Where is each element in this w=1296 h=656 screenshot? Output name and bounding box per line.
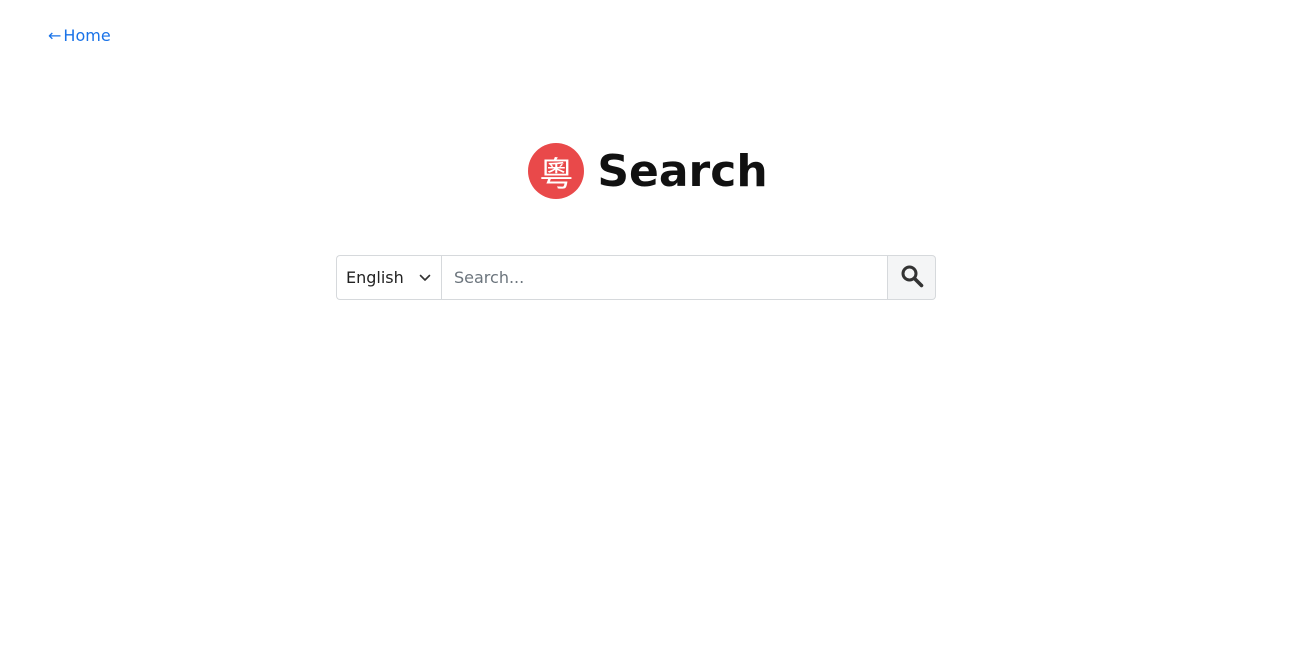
page-title: Search <box>597 145 768 197</box>
search-button[interactable] <box>888 255 936 300</box>
home-link-label: Home <box>63 26 111 45</box>
chevron-down-icon <box>419 274 431 282</box>
logo-icon: 粵 <box>528 143 585 199</box>
logo-group: 粵 Search <box>528 143 768 199</box>
search-bar: English <box>336 255 936 300</box>
search-icon <box>900 264 924 291</box>
language-select-value: English <box>346 268 404 287</box>
search-input[interactable] <box>441 255 888 300</box>
home-link[interactable]: ← Home <box>48 26 111 46</box>
back-arrow-icon: ← <box>48 26 62 45</box>
language-select[interactable]: English <box>336 255 441 300</box>
page-header: 粵 Search <box>0 143 1296 199</box>
